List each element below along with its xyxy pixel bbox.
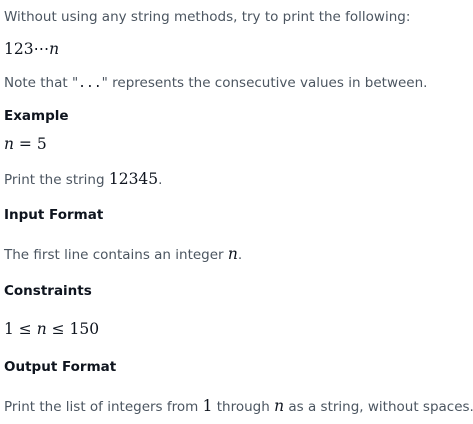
input-format-var: n [227, 245, 238, 263]
pattern-var: n [49, 40, 60, 58]
note-suffix: " represents the consecutive values in b… [101, 75, 428, 91]
pattern-digits: 123 [4, 40, 34, 58]
constraints-var: n [36, 320, 47, 338]
note-code: ... [78, 76, 102, 91]
example-heading: Example [4, 108, 69, 124]
constraints-lower: 1 ≤ [4, 320, 37, 338]
pattern-formula: 123⋯n [4, 40, 59, 58]
pattern-dots: ⋯ [33, 40, 50, 58]
constraints-upper: ≤ 150 [46, 320, 100, 338]
example-print-value: 12345 [108, 170, 159, 188]
input-format-suffix: . [237, 247, 243, 263]
example-print-suffix: . [158, 172, 163, 188]
example-eq: = 5 [13, 135, 47, 153]
note-text: Note that "..." represents the consecuti… [4, 75, 427, 91]
output-format-heading: Output Format [4, 359, 117, 375]
example-var: n [4, 135, 14, 153]
output-format-text-1: Print the list of integers from [4, 399, 203, 415]
output-format-text-3: as a string, without spaces. [284, 399, 473, 415]
example-print-text: Print the string 12345. [4, 170, 162, 188]
output-format-var: n [274, 397, 285, 415]
constraints-formula: 1 ≤ n ≤ 150 [4, 320, 99, 338]
output-format-text: Print the list of integers from 1 throug… [4, 397, 473, 415]
note-prefix: Note that " [4, 75, 79, 91]
input-format-text: The first line contains an integer n. [4, 245, 242, 263]
intro-text: Without using any string methods, try to… [4, 9, 411, 25]
output-format-from: 1 [202, 397, 213, 415]
example-print-prefix: Print the string [4, 172, 109, 188]
output-format-text-2: through [212, 399, 275, 415]
input-format-body: The first line contains an integer [4, 247, 228, 263]
example-formula: n = 5 [4, 135, 47, 153]
input-format-heading: Input Format [4, 207, 104, 223]
constraints-heading: Constraints [4, 283, 92, 299]
